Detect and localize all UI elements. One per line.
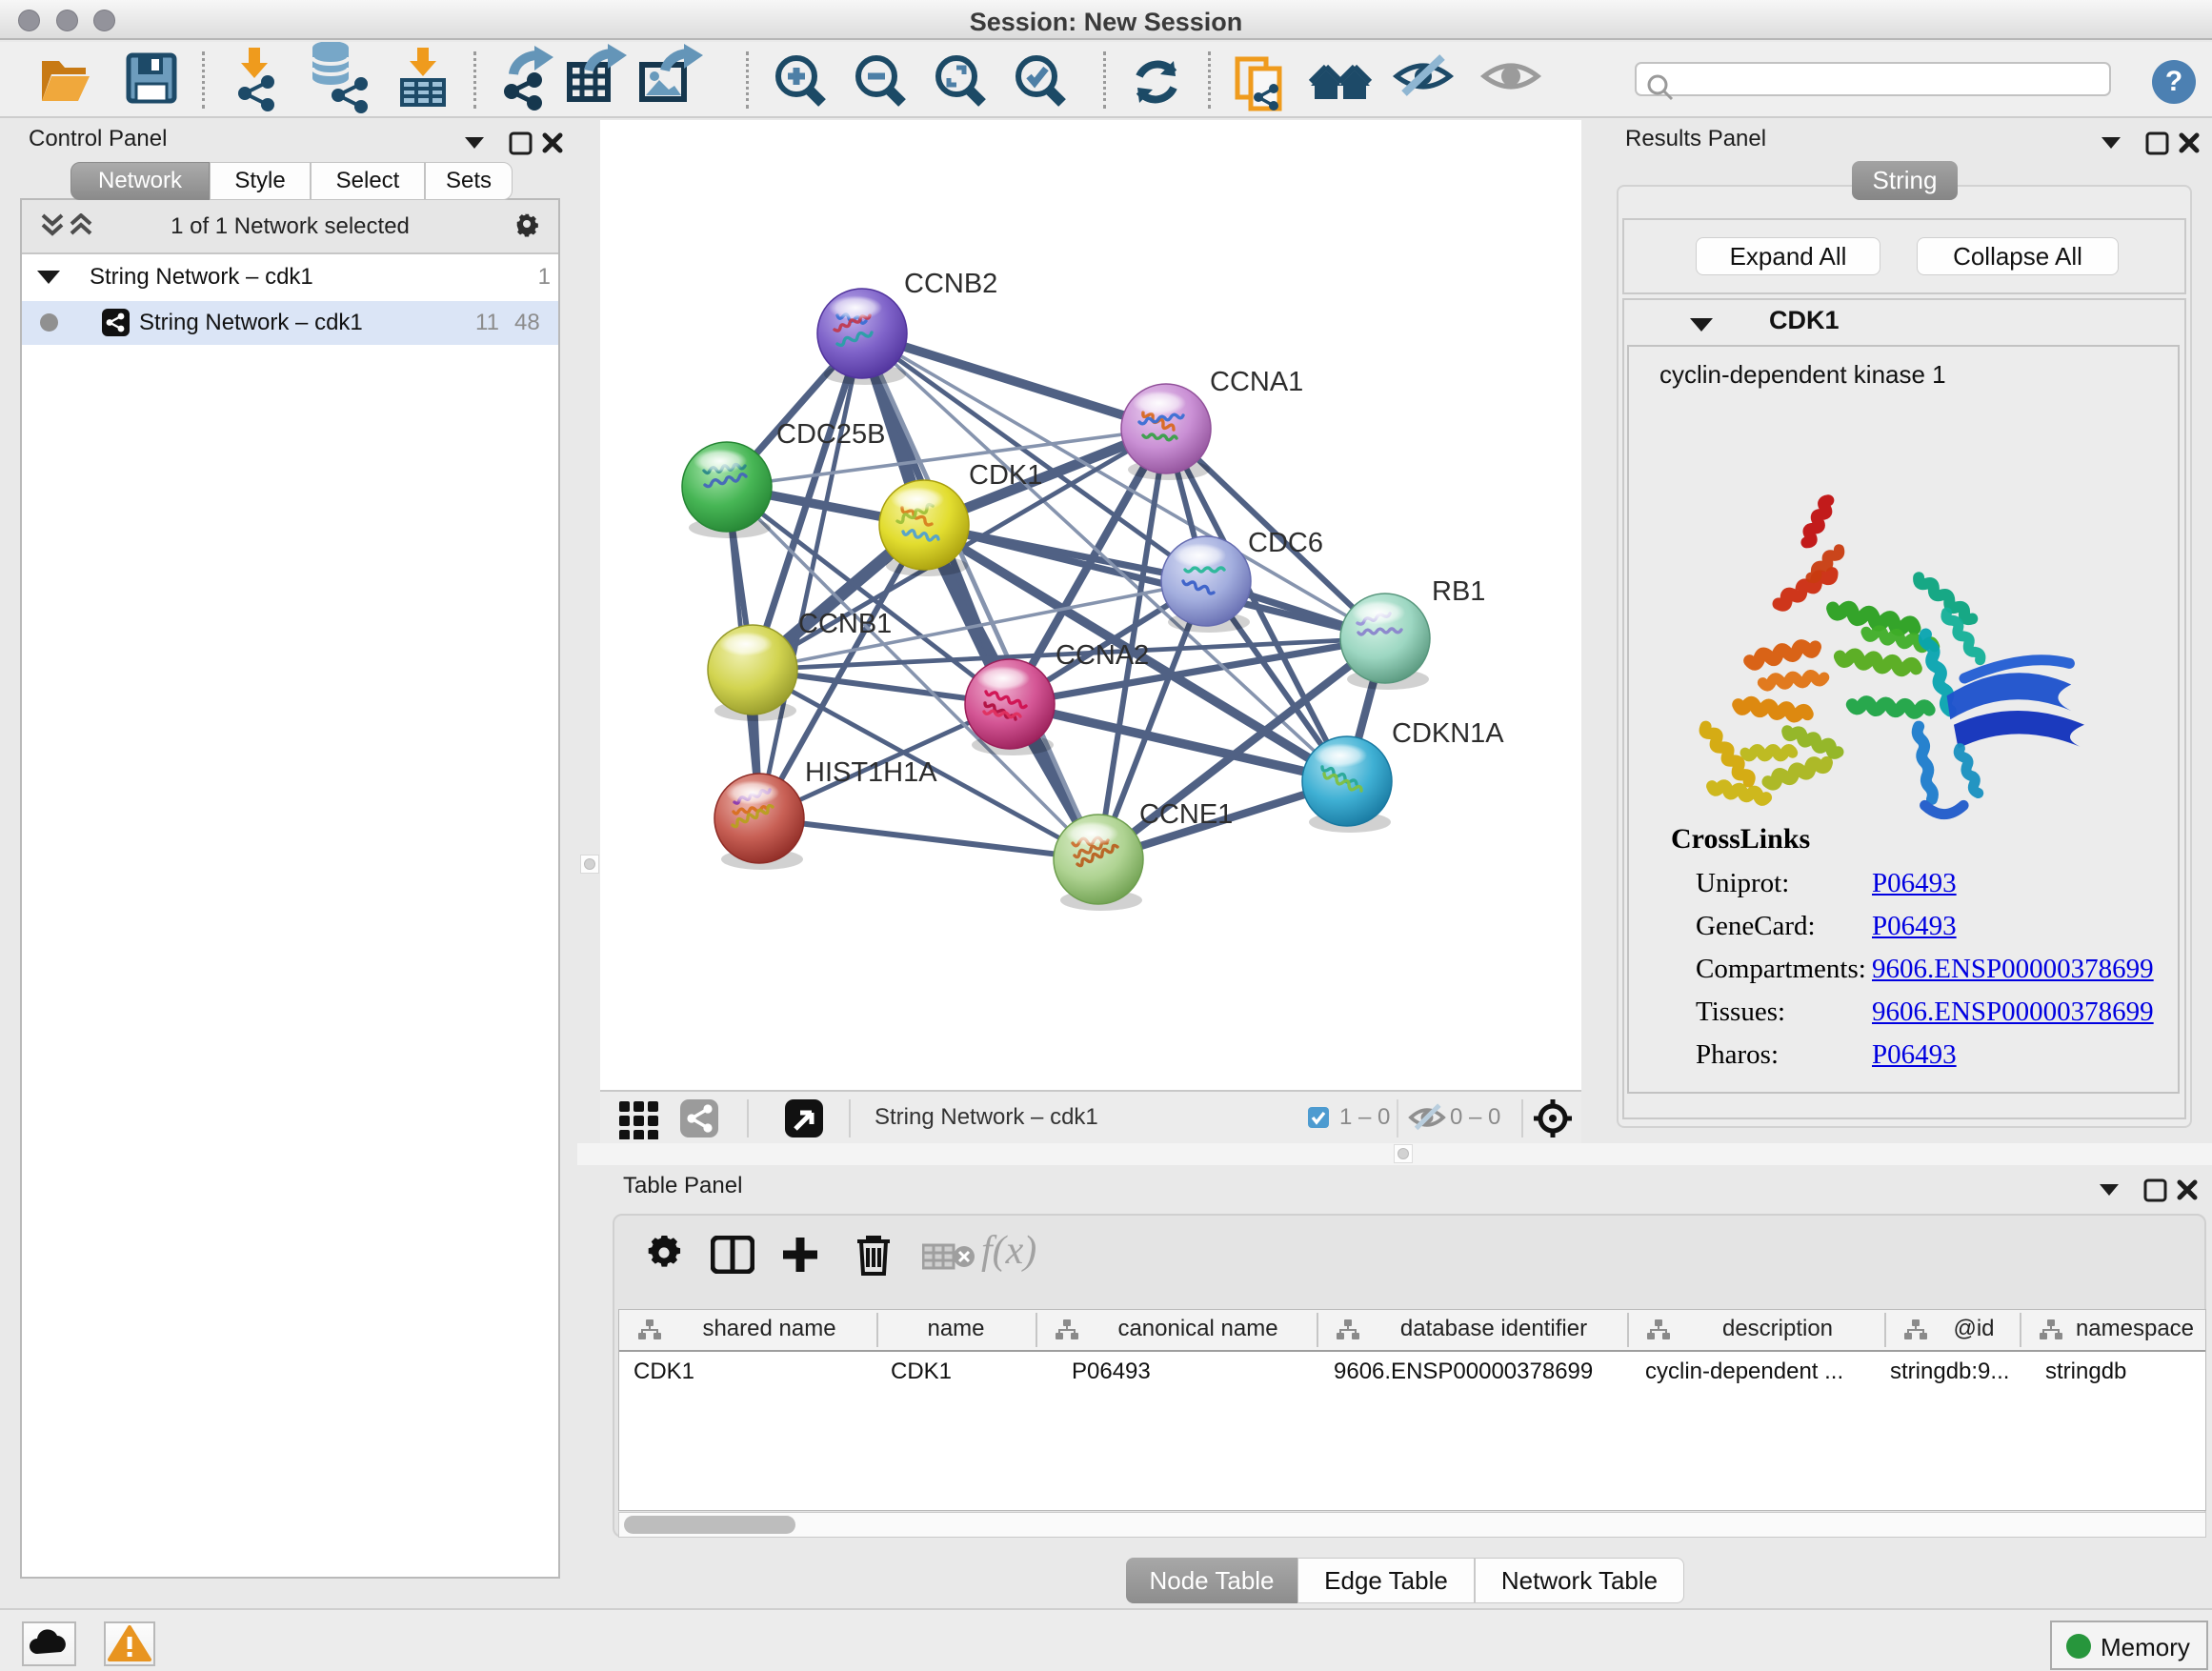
svg-text:CDC6: CDC6	[1248, 528, 1323, 558]
svg-text:CDK1: CDK1	[969, 460, 1042, 491]
svg-text:CDKN1A: CDKN1A	[1392, 718, 1504, 749]
svg-text:HIST1H1A: HIST1H1A	[805, 757, 937, 788]
svg-text:CCNB2: CCNB2	[904, 269, 997, 299]
svg-text:RB1: RB1	[1432, 576, 1485, 607]
svg-text:CCNA2: CCNA2	[1056, 640, 1149, 671]
svg-text:CDC25B: CDC25B	[776, 419, 885, 450]
svg-text:CCNA1: CCNA1	[1210, 367, 1303, 397]
svg-text:CCNE1: CCNE1	[1139, 799, 1233, 830]
svg-text:CCNB1: CCNB1	[798, 609, 892, 639]
